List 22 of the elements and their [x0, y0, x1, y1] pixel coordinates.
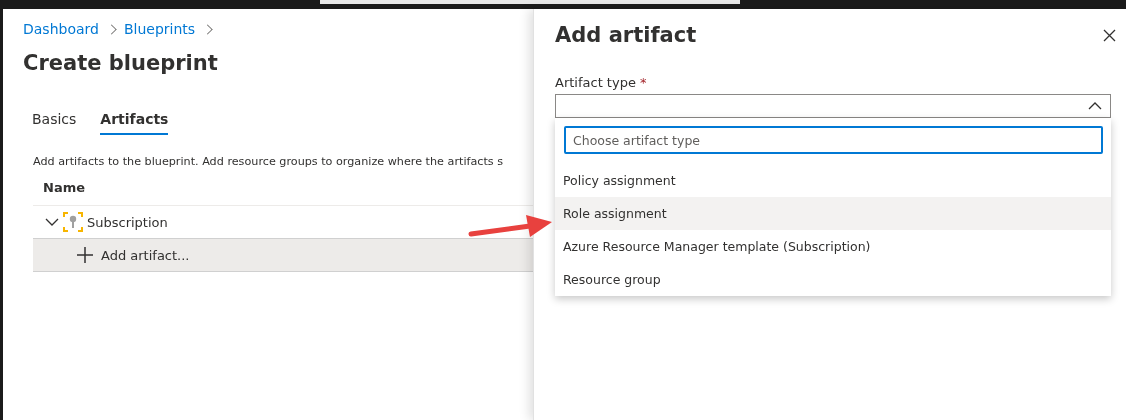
tab[interactable]: Basics [32, 111, 77, 135]
required-mark: * [639, 75, 647, 90]
dropdown-option[interactable]: Azure Resource Manager template (Subscription) [555, 230, 1111, 263]
close-button[interactable] [1101, 27, 1118, 44]
breadcrumb-link[interactable]: Dashboard [23, 21, 99, 37]
description-text: Add artifacts to the blueprint. Add resource groups to organize where the artifacts s [33, 155, 504, 168]
search-field[interactable]: Choose artifact type [564, 126, 1103, 154]
subscription-label[interactable]: Subscription [87, 214, 168, 230]
plus-icon [77, 247, 93, 263]
caret-icon[interactable] [45, 218, 59, 226]
arrow-icon [468, 212, 554, 240]
page-title: Create blueprint [23, 51, 219, 75]
artifact-type-dropdown[interactable] [555, 94, 1111, 118]
dropdown-option[interactable]: Role assignment [555, 197, 1111, 230]
breadcrumb-link[interactable]: Blueprints [123, 21, 196, 37]
panel-title: Add artifact [555, 23, 697, 47]
add-artifact-row[interactable]: Add artifact... [33, 239, 533, 272]
key-icon [63, 212, 83, 232]
tab[interactable]: Artifacts [100, 111, 169, 135]
dropdown-option[interactable]: Policy assignment [555, 164, 1111, 197]
field-label: Artifact type [555, 75, 636, 90]
dropdown-option[interactable]: Resource group [555, 263, 1111, 296]
